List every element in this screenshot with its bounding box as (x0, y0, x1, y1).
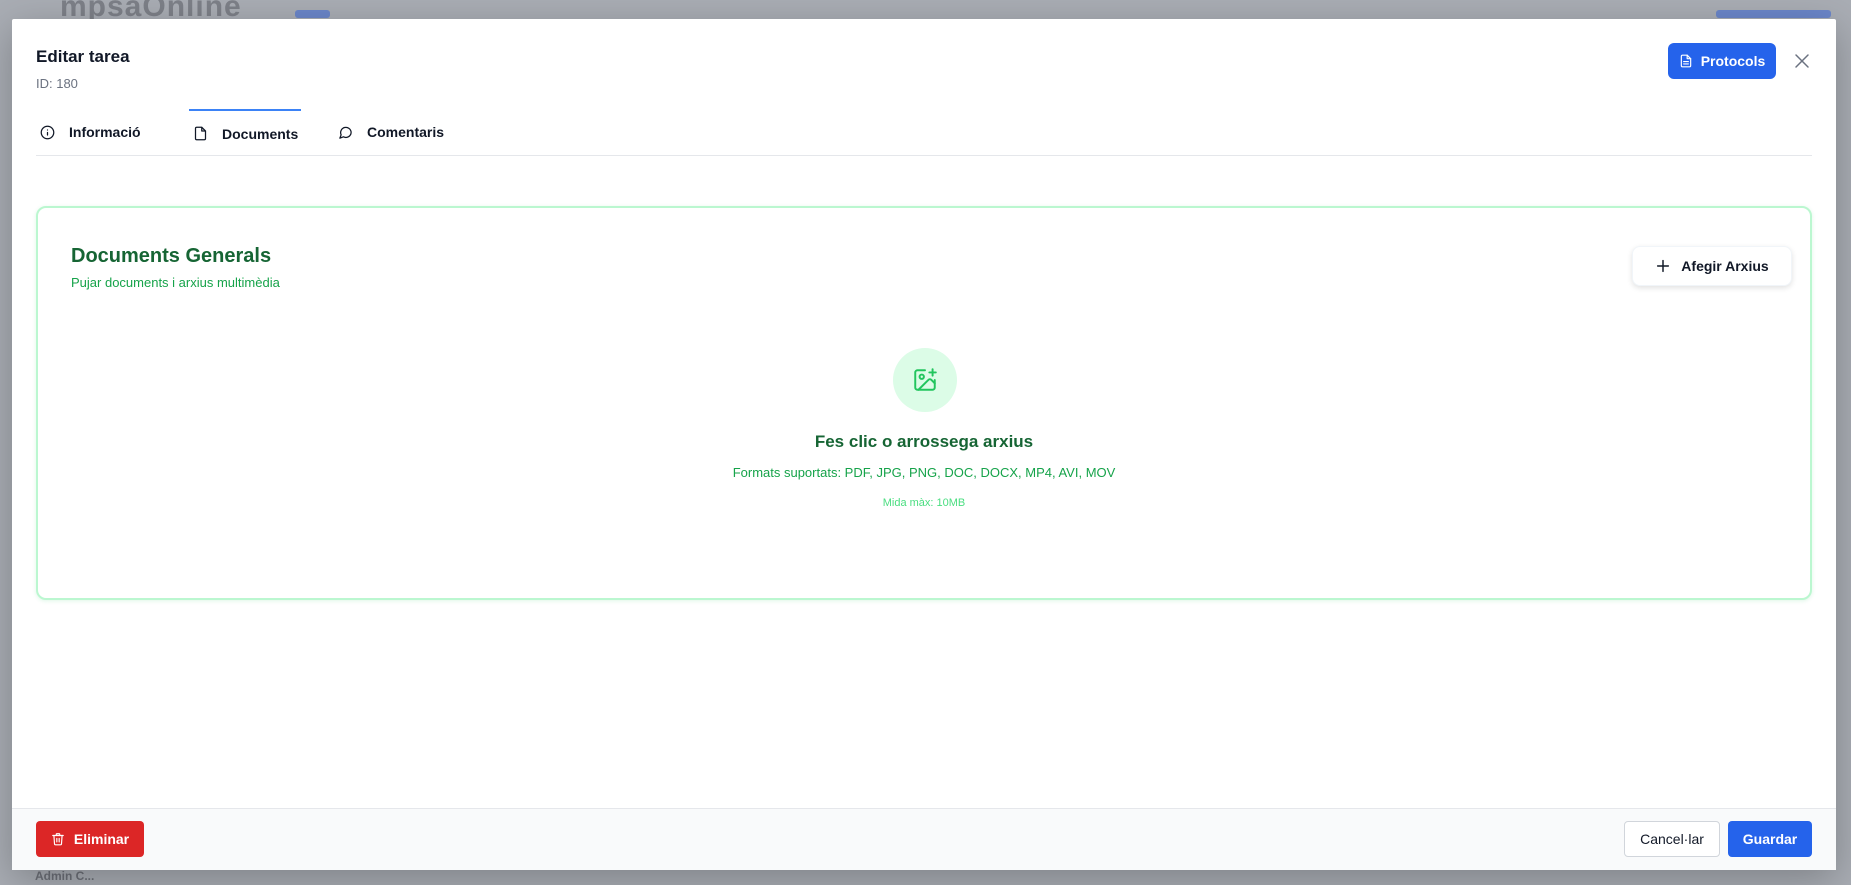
plus-icon (1655, 258, 1671, 274)
protocols-label: Protocols (1700, 53, 1766, 69)
documents-subtitle: Pujar documents i arxius multimèdia (71, 275, 280, 290)
file-drop-zone[interactable]: Fes clic o arrossega arxius Formats supo… (38, 348, 1810, 528)
tab-label: Documents (222, 125, 299, 142)
edit-task-modal: Editar tarea ID: 180 Protocols Informaci… (12, 19, 1836, 870)
message-circle-icon (338, 125, 353, 140)
save-button[interactable]: Guardar (1728, 821, 1812, 857)
background-header-button (1716, 10, 1831, 18)
add-files-button[interactable]: Afegir Arxius (1632, 246, 1792, 286)
file-text-icon (1679, 54, 1693, 68)
tab-informacio[interactable]: Informació (36, 109, 156, 156)
background-nav-item (295, 10, 330, 18)
tab-bar: Informació Documents Comentaris (36, 109, 1812, 156)
close-modal-button[interactable] (1790, 49, 1814, 73)
delete-button[interactable]: Eliminar (36, 821, 144, 857)
add-files-label: Afegir Arxius (1681, 258, 1769, 274)
info-icon (40, 125, 55, 140)
cancel-button[interactable]: Cancel·lar (1624, 821, 1720, 857)
tab-label: Informació (69, 124, 141, 140)
supported-formats: Formats suportats: PDF, JPG, PNG, DOC, D… (732, 465, 1116, 480)
max-file-size: Mida màx: 10MB (882, 497, 966, 509)
file-icon (193, 126, 208, 141)
modal-title: Editar tarea (36, 47, 130, 66)
modal-footer: Eliminar Cancel·lar Guardar (12, 808, 1836, 870)
drop-zone-title: Fes clic o arrossega arxius (814, 432, 1034, 451)
background-user: Admin C... (35, 869, 95, 883)
documents-card: Documents Generals Pujar documents i arx… (36, 206, 1812, 600)
task-id: ID: 180 (36, 76, 78, 91)
documents-title: Documents Generals (71, 245, 272, 267)
image-plus-icon (893, 348, 957, 412)
trash-icon (51, 832, 65, 846)
tab-comentaris[interactable]: Comentaris (334, 109, 446, 156)
protocols-button[interactable]: Protocols (1668, 43, 1776, 79)
close-icon (1793, 52, 1811, 70)
tab-label: Comentaris (367, 124, 445, 140)
tab-documents[interactable]: Documents (189, 109, 301, 156)
modal-header: Editar tarea ID: 180 (36, 47, 130, 91)
delete-label: Eliminar (73, 831, 130, 847)
